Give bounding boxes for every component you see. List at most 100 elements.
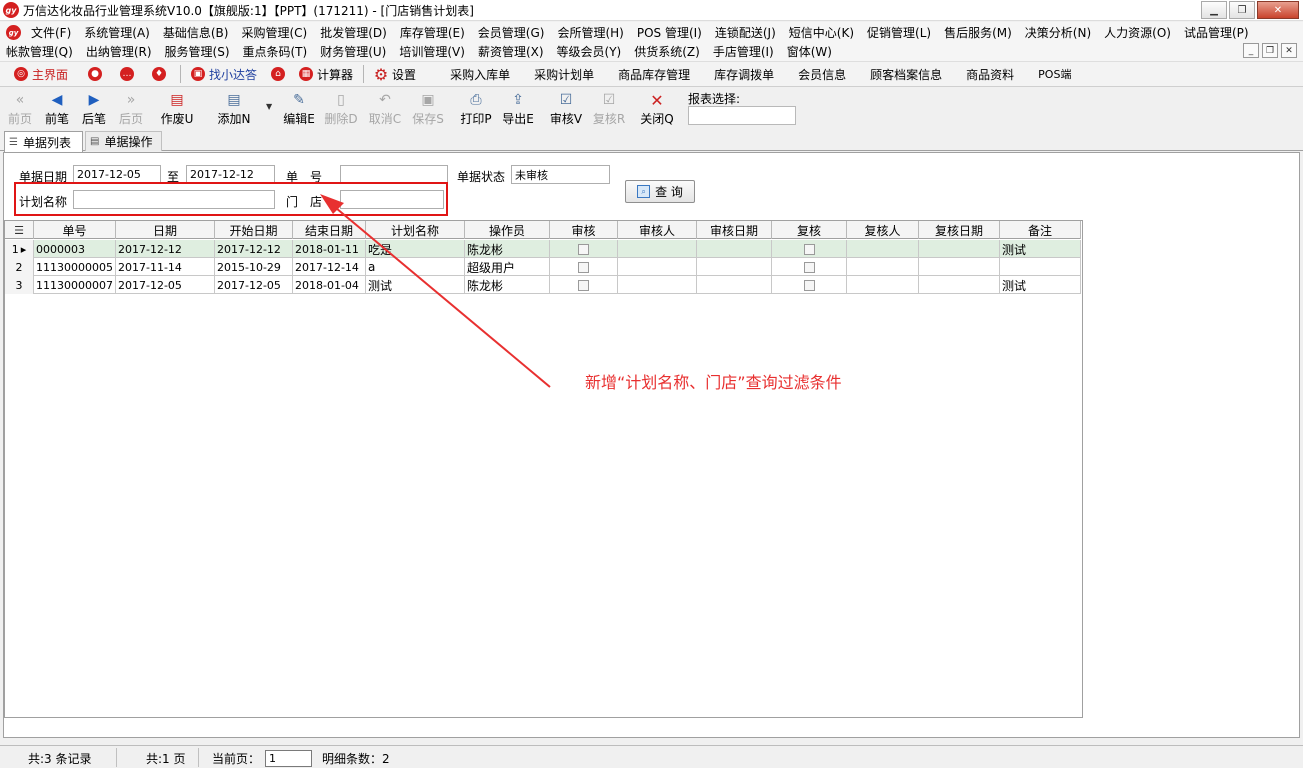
- quick-lock-button[interactable]: ●: [88, 67, 106, 81]
- audit-checkbox[interactable]: [578, 243, 589, 255]
- menu-item-row2-2[interactable]: 服务管理(S): [159, 43, 237, 60]
- quick-link-5[interactable]: 顾客档案信息: [870, 66, 942, 83]
- close-icon[interactable]: ✕: [1257, 1, 1299, 19]
- delete-button[interactable]: ▯ 删除D: [321, 90, 361, 128]
- window-controls: ▁ ❐ ✕: [1199, 1, 1299, 19]
- column-header-6[interactable]: 审核: [550, 221, 618, 239]
- quick-link-2[interactable]: 商品库存管理: [618, 66, 690, 83]
- quick-chat-button[interactable]: …: [120, 67, 138, 81]
- quick-link-1[interactable]: 采购计划单: [534, 66, 594, 83]
- menu-item-row2-1[interactable]: 出纳管理(R): [80, 43, 159, 60]
- quick-gift-button[interactable]: ♦: [152, 67, 170, 81]
- menu-item-row1-14[interactable]: 人力资源(O): [1098, 24, 1178, 41]
- edit-doc-icon: ✎: [293, 92, 305, 108]
- menu-item-row2-4[interactable]: 财务管理(U): [314, 43, 393, 60]
- quick-find-button[interactable]: ▣ 找小达答: [191, 66, 257, 83]
- quick-calc-button[interactable]: ▦ 计算器: [299, 66, 353, 83]
- menu-item-row1-2[interactable]: 基础信息(B): [157, 24, 236, 41]
- column-header-5[interactable]: 操作员: [465, 221, 550, 239]
- tab-list[interactable]: ☰ 单据列表: [4, 131, 83, 152]
- table-row[interactable]: 3 11130000007 2017-12-05 2017-12-05 2018-01-…: [5, 276, 1081, 294]
- menu-item-row2-9[interactable]: 手店管理(I): [707, 43, 781, 60]
- column-header-1[interactable]: 日期: [116, 221, 215, 239]
- menu-item-row2-3[interactable]: 重点条码(T): [237, 43, 315, 60]
- save-button[interactable]: ▣ 保存S: [408, 90, 448, 128]
- edit-button[interactable]: ✎ 编辑E: [279, 90, 319, 128]
- last-page-button[interactable]: » 后页: [111, 90, 151, 128]
- minimize-icon[interactable]: ▁: [1201, 1, 1227, 19]
- menu-item-row1-1[interactable]: 系统管理(A): [78, 24, 157, 41]
- quick-link-4[interactable]: 会员信息: [798, 66, 846, 83]
- mdi-close-icon[interactable]: ✕: [1281, 43, 1297, 58]
- audit-label: 审核V: [549, 112, 583, 126]
- menu-item-row1-9[interactable]: 连锁配送(J): [709, 24, 783, 41]
- menu-item-row1-13[interactable]: 决策分析(N): [1019, 24, 1098, 41]
- add-button[interactable]: ▤ 添加N: [214, 90, 254, 128]
- menu-item-row2-10[interactable]: 窗体(W): [781, 43, 839, 60]
- export-button[interactable]: ⇪ 导出E: [498, 90, 538, 128]
- column-header-11[interactable]: 复核日期: [919, 221, 1000, 239]
- quick-main-button[interactable]: ◎ 主界面: [14, 66, 68, 83]
- mdi-restore-icon[interactable]: ❐: [1262, 43, 1278, 58]
- menu-item-row1-7[interactable]: 会所管理(H): [551, 24, 630, 41]
- menu-item-row1-0[interactable]: 文件(F): [25, 24, 78, 41]
- column-header-7[interactable]: 审核人: [618, 221, 697, 239]
- table-row[interactable]: 2 11130000005 2017-11-14 2015-10-29 2017-12-…: [5, 258, 1081, 276]
- query-button[interactable]: ⌕ 查 询: [625, 180, 695, 203]
- mdi-minimize-icon[interactable]: _: [1243, 43, 1259, 58]
- column-header-12[interactable]: 备注: [1000, 221, 1081, 239]
- column-header-3[interactable]: 结束日期: [293, 221, 366, 239]
- first-page-button[interactable]: « 前页: [0, 90, 40, 128]
- menu-item-row1-10[interactable]: 短信中心(K): [783, 24, 861, 41]
- prev-record-button[interactable]: ◀ 前笔: [37, 90, 77, 128]
- menu-item-row1-8[interactable]: POS 管理(I): [631, 24, 709, 41]
- menu-item-row1-5[interactable]: 库存管理(E): [394, 24, 472, 41]
- quick-link-3[interactable]: 库存调拨单: [714, 66, 774, 83]
- void-button[interactable]: ▤ 作废U: [157, 90, 197, 128]
- audit-checkbox[interactable]: [578, 279, 589, 291]
- cancel-button[interactable]: ↶ 取消C: [365, 90, 405, 128]
- quick-settings-button[interactable]: ⚙ 设置: [374, 65, 416, 84]
- menu-item-row1-11[interactable]: 促销管理(L): [861, 24, 938, 41]
- column-header-4[interactable]: 计划名称: [366, 221, 465, 239]
- review-checkbox[interactable]: [803, 279, 815, 291]
- restore-icon[interactable]: ❐: [1229, 1, 1255, 19]
- column-header-10[interactable]: 复核人: [847, 221, 919, 239]
- add-dropdown-icon[interactable]: ▼: [266, 102, 272, 111]
- audit-button[interactable]: ☑ 审核V: [546, 90, 586, 128]
- column-header-8[interactable]: 审核日期: [697, 221, 772, 239]
- table-row[interactable]: 1 ▸ 0000003 2017-12-12 2017-12-12 2018-01-11 吃…: [5, 240, 1081, 258]
- review-checkbox[interactable]: [803, 243, 815, 255]
- menu-item-row2-5[interactable]: 培训管理(V): [393, 43, 472, 60]
- review-checkbox[interactable]: [803, 261, 815, 273]
- print-button[interactable]: ⎙ 打印P: [456, 90, 496, 128]
- cell-code: 0000003: [34, 240, 116, 258]
- menu-item-row1-12[interactable]: 售后服务(M): [938, 24, 1019, 41]
- status-select[interactable]: 未审核: [511, 165, 610, 184]
- menu-item-row2-8[interactable]: 供货系统(Z): [628, 43, 707, 60]
- quick-home-button[interactable]: ⌂: [271, 67, 289, 81]
- current-page-input[interactable]: 1: [265, 750, 312, 767]
- quick-link-7[interactable]: POS端: [1038, 66, 1071, 83]
- menu-item-row1-15[interactable]: 试品管理(P): [1178, 24, 1256, 41]
- quick-link-label: 商品库存管理: [618, 67, 691, 82]
- menu-row-2: 帐款管理(Q) 出纳管理(R) 服务管理(S) 重点条码(T) 财务管理(U) 培训管理(…: [0, 42, 839, 61]
- report-select-input[interactable]: [688, 106, 796, 125]
- close-form-button[interactable]: ✕ 关闭Q: [637, 90, 677, 128]
- column-header-0[interactable]: 单号: [34, 221, 116, 239]
- menu-item-row1-4[interactable]: 批发管理(D): [314, 24, 394, 41]
- row-indicator-icon: ▸: [20, 242, 27, 256]
- menu-item-row1-3[interactable]: 采购管理(C): [235, 24, 314, 41]
- tab-operation[interactable]: ▤ 单据操作: [85, 131, 162, 151]
- reaudit-button[interactable]: ☑ 复核R: [589, 90, 629, 128]
- column-header-2[interactable]: 开始日期: [215, 221, 293, 239]
- quick-link-6[interactable]: 商品资料: [966, 66, 1014, 83]
- menu-item-row2-6[interactable]: 薪资管理(X): [472, 43, 551, 60]
- menu-item-row2-0[interactable]: 帐款管理(Q): [0, 43, 80, 60]
- menu-item-row2-7[interactable]: 等级会员(Y): [551, 43, 629, 60]
- column-header-9[interactable]: 复核: [772, 221, 847, 239]
- menu-item-row1-6[interactable]: 会员管理(G): [472, 24, 552, 41]
- next-record-button[interactable]: ▶ 后笔: [74, 90, 114, 128]
- quick-link-0[interactable]: 采购入库单: [450, 66, 510, 83]
- audit-checkbox[interactable]: [578, 261, 589, 273]
